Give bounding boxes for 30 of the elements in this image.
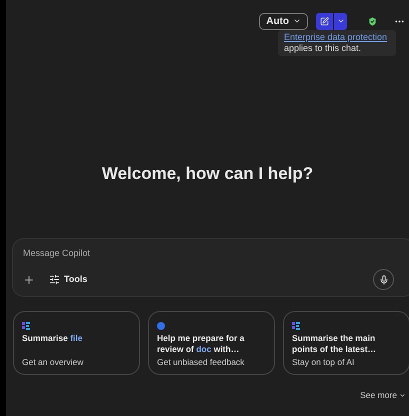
- sliders-icon: [49, 274, 60, 286]
- grid-icon: [22, 322, 30, 330]
- chevron-down-icon: [336, 17, 344, 25]
- suggestion-card[interactable]: Help me prepare for a review of doc with… Get unbiased feedback: [148, 311, 275, 376]
- chat-bubble-icon: [157, 322, 165, 330]
- suggestion-card[interactable]: Summarise file Get an overview: [13, 311, 140, 376]
- microphone-button[interactable]: [373, 269, 394, 290]
- microphone-icon: [378, 274, 388, 285]
- suggestion-card[interactable]: Summarise the main points of the latest… Stay on top of AI: [283, 311, 409, 376]
- suggestion-subtitle: Get unbiased feedback: [157, 356, 246, 369]
- chevron-down-icon: [399, 392, 406, 400]
- suggestion-subtitle: Get an overview: [22, 356, 84, 369]
- suggestion-title: Summarise the main points of the latest…: [292, 333, 378, 356]
- see-more-button[interactable]: See more: [360, 389, 406, 402]
- chevron-down-icon: [293, 17, 301, 25]
- edit-icon: [320, 16, 329, 26]
- protection-link[interactable]: Enterprise data protection: [284, 32, 388, 42]
- message-input[interactable]: Message Copilot: [23, 247, 404, 261]
- suggestion-title: Help me prepare for a review of doc with…: [157, 333, 246, 356]
- tooltip-text: Enterprise data protection applies to this chat.: [284, 32, 388, 53]
- suggestion-subtitle: Stay on top of AI: [292, 356, 356, 369]
- message-composer[interactable]: Message Copilot Tools: [12, 238, 409, 298]
- new-chat-button[interactable]: [316, 12, 333, 30]
- tools-button[interactable]: Tools: [49, 273, 88, 286]
- suggestion-title: Summarise file: [22, 333, 84, 346]
- grid-icon: [292, 322, 300, 330]
- new-chat-options-button[interactable]: [334, 12, 347, 30]
- welcome-heading: Welcome, how can I help?: [102, 162, 314, 185]
- add-icon[interactable]: [23, 274, 35, 286]
- shield-icon[interactable]: [367, 16, 378, 26]
